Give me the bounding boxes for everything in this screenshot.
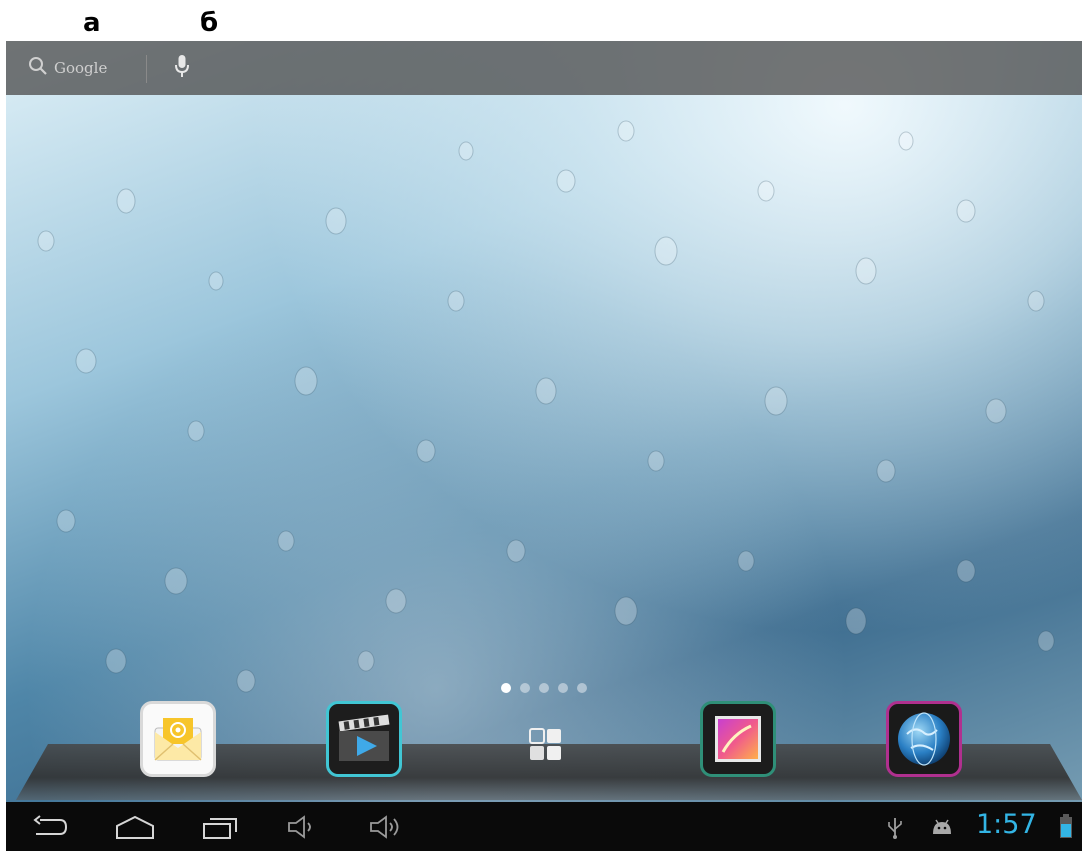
- video-clapper-icon: [338, 714, 390, 761]
- android-debug-icon: [930, 818, 954, 840]
- label-b: б: [200, 8, 219, 38]
- back-icon[interactable]: [30, 814, 70, 844]
- usb-icon: [886, 816, 904, 844]
- volume-down-icon[interactable]: [286, 814, 320, 844]
- recent-apps-icon[interactable]: [200, 814, 240, 844]
- browser-app[interactable]: [886, 701, 962, 777]
- page-dot-4: [558, 683, 568, 693]
- page-dot-5: [577, 683, 587, 693]
- email-envelope-icon: [154, 718, 202, 761]
- globe-icon: [898, 712, 950, 766]
- label-a: а: [83, 8, 101, 38]
- microphone-icon[interactable]: [174, 54, 190, 84]
- status-clock: 1:57: [976, 809, 1037, 840]
- google-search-box[interactable]: Google: [28, 55, 107, 81]
- volume-up-icon[interactable]: [368, 814, 408, 844]
- battery-icon: [1060, 814, 1072, 842]
- page-indicator: [501, 683, 587, 693]
- google-search-bar[interactable]: Google: [6, 41, 1082, 95]
- grid-icon: [529, 728, 561, 760]
- email-app[interactable]: [140, 701, 216, 777]
- video-app[interactable]: [326, 701, 402, 777]
- gallery-app[interactable]: [700, 701, 776, 777]
- tablet-screen: Google 1:57: [6, 41, 1082, 851]
- apps-launcher[interactable]: [528, 727, 564, 763]
- home-icon[interactable]: [114, 814, 156, 844]
- page-dot-2: [520, 683, 530, 693]
- search-divider: [146, 55, 147, 83]
- page-dot-1: [501, 683, 511, 693]
- search-icon: [28, 56, 48, 80]
- gallery-image-icon: [715, 716, 761, 762]
- page-dot-3: [539, 683, 549, 693]
- google-search-label: Google: [54, 59, 108, 77]
- navigation-bar: 1:57: [6, 802, 1082, 851]
